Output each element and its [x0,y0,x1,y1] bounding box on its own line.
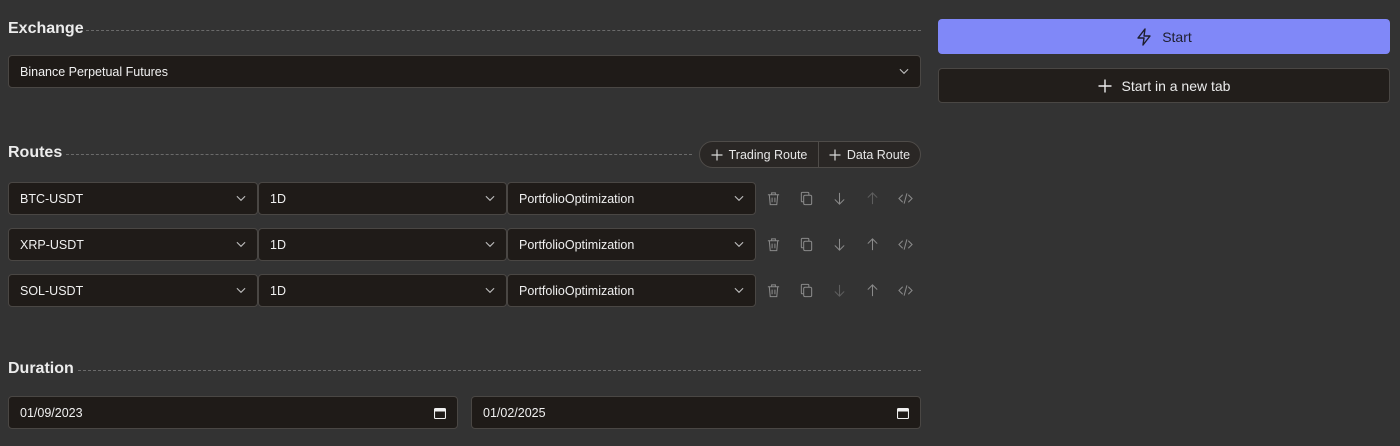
duration-title: Duration [8,360,74,377]
start-date-value: 01/09/2023 [20,405,83,420]
routes-title: Routes [8,144,63,161]
strategy-value: PortfolioOptimization [519,237,635,252]
chevron-down-icon [734,286,744,296]
add-data-route-button[interactable]: Data Route [819,142,920,167]
chevron-down-icon [236,194,246,204]
chevron-down-icon [236,286,246,296]
code-icon[interactable] [895,188,915,208]
arrow-down-icon[interactable] [829,280,849,300]
timeframe-select[interactable]: 1D [258,182,507,215]
exchange-divider [86,30,921,31]
chevron-down-icon [734,240,744,250]
end-date-input[interactable]: 01/02/2025 [471,396,921,429]
copy-icon[interactable] [796,188,816,208]
exchange-select[interactable]: Binance Perpetual Futures [8,55,921,88]
add-trading-route-label: Trading Route [728,147,808,162]
trash-icon[interactable] [763,188,783,208]
exchange-select-value: Binance Perpetual Futures [20,64,169,79]
strategy-select[interactable]: PortfolioOptimization [507,182,756,215]
symbol-value: XRP-USDT [20,237,84,252]
chevron-down-icon [485,194,495,204]
timeframe-value: 1D [270,237,286,252]
timeframe-value: 1D [270,283,286,298]
calendar-icon[interactable] [897,407,909,419]
chevron-down-icon [485,240,495,250]
start-new-tab-button[interactable]: Start in a new tab [938,68,1390,103]
arrow-down-icon[interactable] [829,188,849,208]
copy-icon[interactable] [796,234,816,254]
plus-icon [829,149,841,161]
arrow-up-icon[interactable] [862,188,882,208]
calendar-icon[interactable] [434,407,446,419]
timeframe-value: 1D [270,191,286,206]
trash-icon[interactable] [763,280,783,300]
lightning-icon [1136,27,1152,46]
strategy-value: PortfolioOptimization [519,283,635,298]
arrow-up-icon[interactable] [862,280,882,300]
plus-icon [711,149,723,161]
start-date-input[interactable]: 01/09/2023 [8,396,458,429]
start-new-tab-label: Start in a new tab [1121,77,1231,94]
plus-icon [1098,79,1112,93]
strategy-value: PortfolioOptimization [519,191,635,206]
arrow-up-icon[interactable] [862,234,882,254]
strategy-select[interactable]: PortfolioOptimization [507,228,756,261]
end-date-value: 01/02/2025 [483,405,546,420]
trash-icon[interactable] [763,234,783,254]
chevron-down-icon [236,240,246,250]
strategy-select[interactable]: PortfolioOptimization [507,274,756,307]
code-icon[interactable] [895,234,915,254]
chevron-down-icon [734,194,744,204]
symbol-select[interactable]: SOL-USDT [8,274,258,307]
start-button-label: Start [1162,28,1192,45]
add-trading-route-button[interactable]: Trading Route [700,142,819,167]
symbol-select[interactable]: BTC-USDT [8,182,258,215]
start-button[interactable]: Start [938,19,1390,54]
arrow-down-icon[interactable] [829,234,849,254]
duration-divider [78,370,921,371]
chevron-down-icon [485,286,495,296]
exchange-title: Exchange [8,20,84,37]
timeframe-select[interactable]: 1D [258,274,507,307]
chevron-down-icon [899,67,909,77]
symbol-value: BTC-USDT [20,191,84,206]
add-route-group: Trading Route Data Route [699,141,921,168]
symbol-select[interactable]: XRP-USDT [8,228,258,261]
add-data-route-label: Data Route [846,147,911,162]
timeframe-select[interactable]: 1D [258,228,507,261]
routes-divider [66,154,692,155]
code-icon[interactable] [895,280,915,300]
symbol-value: SOL-USDT [20,283,84,298]
copy-icon[interactable] [796,280,816,300]
